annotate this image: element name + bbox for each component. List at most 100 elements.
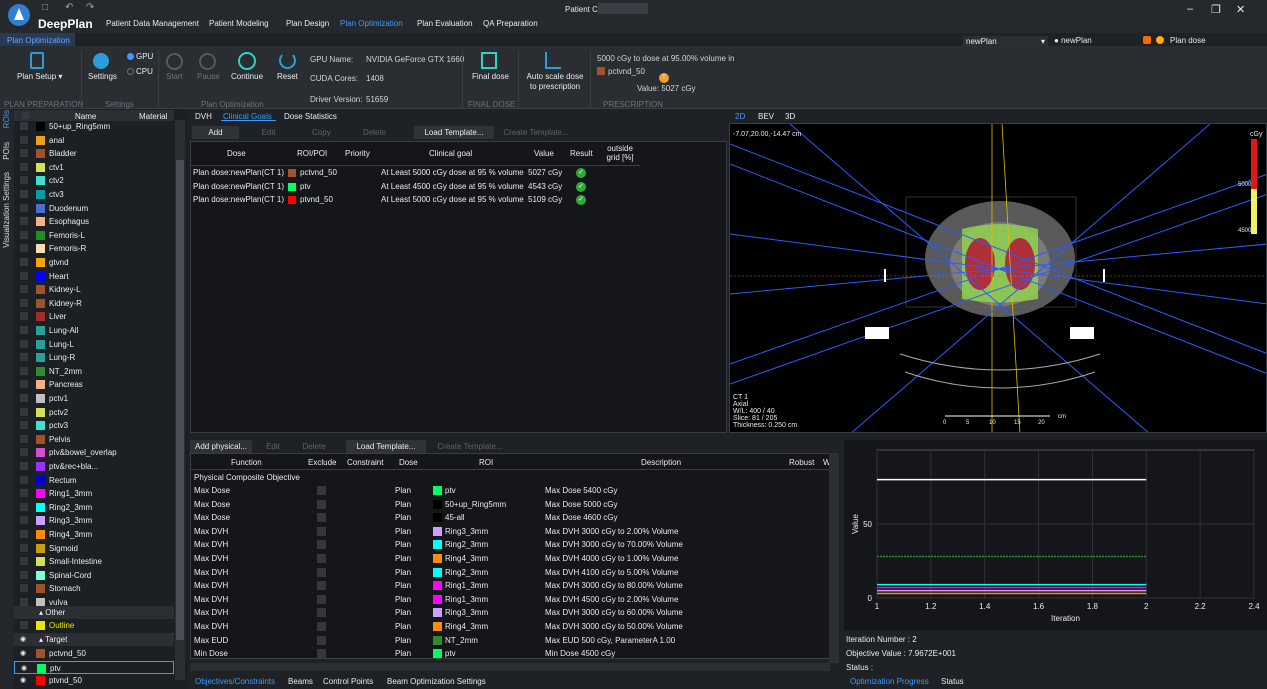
tab-pois[interactable]: POIs (2, 142, 11, 160)
create-template-button[interactable]: Create Template... (500, 126, 572, 139)
objective-row[interactable]: Max Dose Plan 45-all Max Dose 4600 cGy (191, 511, 819, 524)
roi-group-other[interactable]: ▴ Other (14, 606, 174, 619)
roi-visibility-checkbox[interactable] (20, 502, 28, 511)
roi-visibility-checkbox[interactable] (20, 135, 28, 144)
roi-visibility-checkbox[interactable] (20, 285, 28, 294)
menu-plan-optimization[interactable]: Plan Optimization (340, 19, 403, 28)
roi-row[interactable]: Pancreas (14, 378, 174, 391)
objective-row[interactable]: Max Dose Plan 50+up_Ring5mm Max Dose 5000 c… (191, 498, 819, 511)
roi-row[interactable]: Ring2_3mm (14, 501, 174, 514)
exclude-checkbox[interactable] (317, 486, 326, 495)
roi-visibility-checkbox[interactable] (20, 190, 28, 198)
objective-row[interactable]: Max DVH Plan Ring2_3mm Max DVH 3000 cGy to … (191, 538, 819, 551)
exclude-checkbox[interactable] (317, 635, 326, 645)
roi-row[interactable]: Pelvis (14, 433, 174, 446)
roi-row[interactable]: Sigmoid (14, 542, 174, 555)
tab-status[interactable]: Status (941, 677, 964, 686)
edit-goal-button[interactable]: Edit (245, 126, 292, 139)
objective-row[interactable]: Max DVH Plan Ring4_3mm Max DVH 3000 cGy to … (191, 620, 819, 633)
restore-icon[interactable]: ❐ (1211, 3, 1221, 16)
save-icon[interactable]: □ (42, 3, 52, 13)
roi-visibility-checkbox[interactable] (20, 122, 28, 130)
eye-icon[interactable]: ◉ (20, 636, 28, 643)
delete-objective-button[interactable]: Delete (296, 440, 332, 453)
roi-row[interactable]: Ring4_3mm (14, 528, 174, 541)
objective-row[interactable]: Max DVH Plan Ring4_3mm Max DVH 4000 cGy to … (191, 552, 819, 565)
view-tab-2d[interactable]: 2D (735, 112, 745, 121)
roi-visibility-checkbox[interactable] (20, 434, 28, 443)
roi-visibility-checkbox[interactable] (20, 516, 28, 525)
roi-row[interactable]: gtvnd (14, 256, 174, 269)
roi-row[interactable]: Bladder (14, 147, 174, 160)
copy-goal-button[interactable]: Copy (298, 126, 345, 139)
roi-scrollbar-thumb[interactable] (176, 160, 184, 640)
continue-button[interactable]: Continue (231, 72, 263, 81)
roi-row[interactable]: Femoris-L (14, 229, 174, 242)
roi-row-outline[interactable]: Outline (14, 619, 174, 632)
ct-viewer[interactable]: -7.07,20.00,-14.47 cm cGy 5000 4500 CT 1… (729, 123, 1267, 433)
roi-row[interactable]: pctv3 (14, 419, 174, 432)
roi-row[interactable]: Kidney-L (14, 283, 174, 296)
roi-visibility-checkbox[interactable] (20, 149, 28, 158)
roi-visibility-checkbox[interactable] (20, 326, 28, 334)
menu-plan-evaluation[interactable]: Plan Evaluation (417, 19, 473, 28)
roi-visibility-checkbox[interactable] (20, 394, 28, 402)
roi-visibility-checkbox[interactable] (20, 462, 28, 470)
roi-visibility-checkbox[interactable] (20, 380, 28, 389)
close-icon[interactable]: ✕ (1236, 3, 1245, 16)
roi-visibility-checkbox[interactable] (20, 407, 28, 416)
reset-button[interactable]: Reset (277, 72, 298, 81)
exclude-checkbox[interactable] (317, 526, 326, 536)
tab-visualization-settings[interactable]: Visualization Settings (2, 172, 11, 248)
menu-patient-data[interactable]: Patient Data Management (106, 19, 199, 28)
roi-visibility-checkbox[interactable] (20, 489, 28, 498)
menu-plan-design[interactable]: Plan Design (286, 19, 329, 28)
ribbon-tab-plan-optimization[interactable]: Plan Optimization (0, 33, 75, 46)
roi-row[interactable]: NT_2mm (14, 365, 174, 378)
roi-row[interactable]: Spinal-Cord (14, 569, 174, 582)
roi-visibility-checkbox[interactable] (20, 475, 28, 484)
final-dose-button[interactable]: Final dose (472, 72, 509, 81)
tab-beams[interactable]: Beams (288, 677, 313, 686)
objective-row[interactable]: Max DVH Plan Ring3_3mm Max DVH 3000 cGy to … (191, 525, 819, 538)
roi-row[interactable]: ctv3 (14, 188, 174, 201)
roi-row[interactable]: Femoris-R (14, 242, 174, 255)
roi-visibility-checkbox[interactable] (20, 203, 28, 212)
roi-visibility-checkbox[interactable] (20, 244, 28, 253)
objective-row[interactable]: Max DVH Plan Ring1_3mm Max DVH 4500 cGy to … (191, 593, 819, 606)
roi-row[interactable]: pctv2 (14, 406, 174, 419)
tab-dvh[interactable]: DVH (195, 112, 212, 121)
edit-objective-button[interactable]: Edit (258, 440, 288, 453)
objective-row[interactable]: Max DVH Plan Ring3_3mm Max DVH 3000 cGy to … (191, 606, 819, 619)
pause-button[interactable]: Pause (197, 72, 220, 81)
roi-row[interactable]: Duodenum (14, 202, 174, 215)
roi-visibility-checkbox[interactable] (20, 621, 28, 629)
target-row[interactable]: ◉ ptvnd_50 (14, 674, 174, 687)
dose-toggle-icon[interactable] (1156, 36, 1164, 44)
roi-row[interactable]: ctv2 (14, 174, 174, 187)
roi-row[interactable]: Rectum (14, 474, 174, 487)
roi-visibility-checkbox[interactable] (20, 448, 28, 457)
objective-row[interactable]: Min Dose Plan ptv Min Dose 4500 cGy (191, 647, 819, 660)
target-row[interactable]: ◉ ptv (14, 660, 174, 674)
roi-row[interactable]: Lung-L (14, 338, 174, 351)
plan-select[interactable]: newPlan ▾ (963, 36, 1048, 47)
tab-beam-optimization-settings[interactable]: Beam Optimization Settings (387, 677, 486, 686)
objectives-hscrollbar[interactable] (190, 663, 830, 671)
roi-group-target[interactable]: ◉ ▴ Target (14, 633, 174, 646)
roi-visibility-checkbox[interactable] (20, 557, 28, 566)
roi-row[interactable]: Stomach (14, 582, 174, 595)
roi-row[interactable]: Heart (14, 270, 174, 283)
create-objective-template-button[interactable]: Create Template... (432, 440, 508, 453)
roi-visibility-checkbox[interactable] (20, 584, 28, 593)
roi-row[interactable]: Liver (14, 310, 174, 323)
roi-visibility-checkbox[interactable] (20, 298, 28, 307)
undo-icon[interactable]: ↶ (65, 3, 75, 13)
tab-objectives-constraints[interactable]: Objectives/Constraints (195, 677, 275, 686)
roi-row[interactable]: ptv&rec+bla... (14, 460, 174, 473)
menu-patient-modeling[interactable]: Patient Modeling (209, 19, 269, 28)
roi-visibility-checkbox[interactable] (20, 421, 28, 430)
tab-control-points[interactable]: Control Points (323, 677, 373, 686)
exclude-checkbox[interactable] (317, 608, 326, 618)
roi-row[interactable]: Ring1_3mm (14, 487, 174, 500)
